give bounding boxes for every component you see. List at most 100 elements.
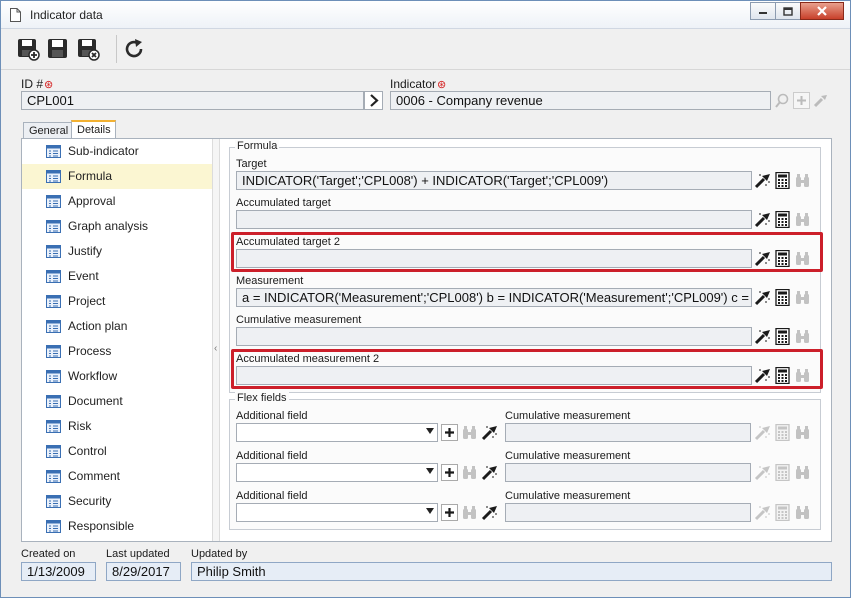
- window-title: Indicator data: [30, 8, 103, 22]
- binoculars-icon[interactable]: [794, 328, 811, 345]
- list-icon: [46, 395, 61, 408]
- required-icon: ⊛: [437, 79, 447, 91]
- wand-icon: [754, 464, 771, 481]
- id-navigate-button[interactable]: [364, 91, 383, 110]
- highlight-box: [231, 232, 823, 272]
- maximize-button[interactable]: [775, 2, 801, 20]
- wand-icon[interactable]: [481, 424, 498, 441]
- search-icon[interactable]: [774, 92, 791, 109]
- tab-general[interactable]: General: [23, 122, 73, 139]
- sidebar-item-control[interactable]: Control: [22, 439, 212, 464]
- sidebar-item-label: Risk: [68, 419, 92, 433]
- add-icon[interactable]: [441, 424, 458, 441]
- add-icon[interactable]: [441, 504, 458, 521]
- sidebar-item-sub-indicator[interactable]: Sub-indicator: [22, 139, 212, 164]
- save-icon[interactable]: [46, 37, 70, 61]
- updated-by-field: Philip Smith: [191, 562, 832, 581]
- splitter[interactable]: ‹: [212, 139, 220, 541]
- additional-field-label: Additional field: [236, 410, 308, 422]
- sidebar-item-label: Action plan: [68, 319, 128, 333]
- sidebar-item-justify[interactable]: Justify: [22, 239, 212, 264]
- wand-icon[interactable]: [754, 211, 771, 228]
- cumulative-measurement-field[interactable]: [236, 327, 752, 346]
- sidebar-item-responsible[interactable]: Responsible: [22, 514, 212, 539]
- sidebar-item-action-plan[interactable]: Action plan: [22, 314, 212, 339]
- binoculars-icon[interactable]: [794, 211, 811, 228]
- wand-icon: [754, 504, 771, 521]
- id-label: ID #⊛: [21, 77, 54, 91]
- additional-field-label: Additional field: [236, 490, 308, 502]
- sidebar-item-document[interactable]: Document: [22, 389, 212, 414]
- calculator-icon[interactable]: [774, 288, 791, 307]
- minimize-icon: [759, 12, 767, 14]
- indicator-label: Indicator⊛: [390, 77, 447, 91]
- toolbar: [1, 30, 850, 70]
- add-icon[interactable]: [441, 464, 458, 481]
- save-new-icon[interactable]: [16, 37, 40, 61]
- binoculars-icon[interactable]: [794, 172, 811, 189]
- sidebar-item-risk[interactable]: Risk: [22, 414, 212, 439]
- close-button[interactable]: [800, 2, 844, 20]
- sidebar-item-label: Control: [68, 444, 107, 458]
- tab-details[interactable]: Details: [71, 120, 116, 140]
- calculator-icon: [774, 423, 791, 442]
- additional-field-select[interactable]: [236, 463, 438, 482]
- calculator-icon: [774, 463, 791, 482]
- sidebar-item-label: Sub-indicator: [68, 144, 139, 158]
- sidebar-item-label: Project: [68, 294, 106, 308]
- sidebar-item-graph-analysis[interactable]: Graph analysis: [22, 214, 212, 239]
- wand-icon[interactable]: [754, 289, 771, 306]
- last-updated-field: 8/29/2017: [106, 562, 181, 581]
- measurement-field[interactable]: a = INDICATOR('Measurement';'CPL008') b …: [236, 288, 752, 307]
- dropdown-arrow-icon: [426, 428, 434, 434]
- target-field[interactable]: INDICATOR('Target';'CPL008') + INDICATOR…: [236, 171, 752, 190]
- accumulated-target-field[interactable]: [236, 210, 752, 229]
- list-icon: [46, 345, 61, 358]
- formula-group-title: Formula: [235, 140, 280, 152]
- binoculars-icon[interactable]: [461, 464, 478, 481]
- sidebar-item-project[interactable]: Project: [22, 289, 212, 314]
- sidebar-item-event[interactable]: Event: [22, 264, 212, 289]
- sidebar-item-approval[interactable]: Approval: [22, 189, 212, 214]
- sidebar-item-formula[interactable]: Formula: [22, 164, 212, 189]
- additional-field-select[interactable]: [236, 503, 438, 522]
- cumulative-measurement-label: Cumulative measurement: [505, 450, 631, 462]
- binoculars-icon[interactable]: [461, 504, 478, 521]
- calculator-icon[interactable]: [774, 171, 791, 190]
- add-icon[interactable]: [793, 92, 810, 109]
- list-icon: [46, 420, 61, 433]
- sidebar-item-workflow[interactable]: Workflow: [22, 364, 212, 389]
- wand-icon[interactable]: [754, 328, 771, 345]
- clear-icon[interactable]: [812, 92, 829, 109]
- required-icon: ⊛: [44, 79, 54, 91]
- minimize-button[interactable]: [750, 2, 776, 20]
- sidebar-item-process[interactable]: Process: [22, 339, 212, 364]
- created-on-label: Created on: [21, 548, 76, 560]
- id-field[interactable]: CPL001: [21, 91, 364, 110]
- sidebar-item-security[interactable]: Security: [22, 489, 212, 514]
- sidebar-item-label: Comment: [68, 469, 121, 483]
- cumulative-measurement-field: [505, 463, 751, 482]
- updated-by-label: Updated by: [191, 548, 248, 560]
- sidebar-item-label: Responsible: [68, 519, 135, 533]
- wand-icon[interactable]: [481, 464, 498, 481]
- calculator-icon[interactable]: [774, 210, 791, 229]
- wand-icon[interactable]: [481, 504, 498, 521]
- list-icon: [46, 195, 61, 208]
- indicator-field[interactable]: 0006 - Company revenue: [390, 91, 771, 110]
- highlight-box: [231, 349, 823, 389]
- sidebar-item-comment[interactable]: Comment: [22, 464, 212, 489]
- save-close-icon[interactable]: [76, 37, 100, 61]
- binoculars-icon: [794, 504, 811, 521]
- list-icon: [46, 470, 61, 483]
- flex-fields-group-title: Flex fields: [235, 392, 289, 404]
- calculator-icon[interactable]: [774, 327, 791, 346]
- additional-field-select[interactable]: [236, 423, 438, 442]
- binoculars-icon[interactable]: [461, 424, 478, 441]
- sidebar-item-label: Workflow: [68, 369, 118, 383]
- close-icon: [817, 6, 827, 16]
- cumulative-measurement-label: Cumulative measurement: [236, 314, 362, 326]
- wand-icon[interactable]: [754, 172, 771, 189]
- binoculars-icon[interactable]: [794, 289, 811, 306]
- refresh-icon[interactable]: [122, 37, 146, 61]
